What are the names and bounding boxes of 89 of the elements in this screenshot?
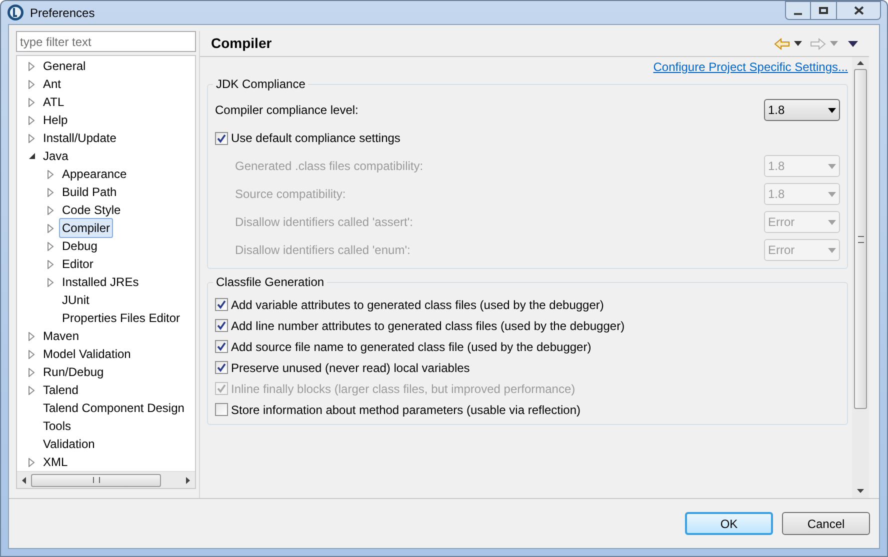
collapsed-triangle-icon[interactable] [28,134,34,142]
collapsed-triangle-icon[interactable] [46,260,54,268]
checkbox[interactable] [215,132,228,144]
tree-item[interactable]: Installed JREs [59,272,142,292]
expanded-triangle-icon[interactable] [28,152,34,160]
dropdown-caret-icon[interactable] [794,41,802,46]
collapsed-triangle-icon[interactable] [28,332,34,340]
collapsed-triangle-icon[interactable] [46,224,54,232]
filter-field[interactable]: type filter text [16,31,196,52]
dropdown[interactable]: 1.8 [764,99,840,121]
collapsed-triangle-icon[interactable] [46,188,54,196]
caret-icon [828,248,836,252]
tree-item[interactable]: Java [40,146,72,166]
caret-icon [828,192,836,196]
tree-item[interactable]: Compiler [59,218,114,238]
checkbox-label: Inline finally blocks (larger class files, but improved performance) [231,380,576,398]
group-title: JDK Compliance [213,77,308,91]
collapsed-triangle-icon[interactable] [28,80,34,88]
collapsed-triangle-icon[interactable] [28,98,34,106]
field-label: Generated .class files compatibility: [235,158,424,175]
tree-item[interactable]: General [40,56,89,76]
view-menu-icon[interactable] [848,40,858,46]
close-icon [854,6,864,15]
checkbox-label: Add variable attributes to generated class files (used by the debugger) [231,296,604,314]
checkbox[interactable] [215,403,228,416]
scroll-up-icon[interactable] [857,61,864,65]
tree-item[interactable]: Model Validation [40,344,134,364]
caret-icon [828,108,836,112]
collapsed-triangle-icon[interactable] [28,62,34,70]
checkbox-label: Add source file name to generated class file (used by the debugger) [231,338,592,356]
scrollbar-thumb[interactable] [854,69,867,409]
tree-item[interactable]: Appearance [59,164,130,184]
minimize-button[interactable] [785,1,811,20]
tree-item[interactable]: XML [40,452,71,471]
collapsed-triangle-icon[interactable] [46,170,54,178]
tree-item[interactable]: Debug [59,236,100,256]
tree-item[interactable]: JUnit [59,290,92,310]
checkbox-label: Store information about method parameters (usable via reflection) [231,402,581,418]
scroll-left-icon[interactable] [22,476,26,484]
project-settings-link[interactable]: Configure Project Specific Settings... [653,58,848,76]
collapsed-triangle-icon[interactable] [46,206,54,214]
checkbox[interactable] [215,340,228,353]
maximize-button[interactable] [811,1,837,20]
checkbox[interactable] [215,298,228,311]
tree-item[interactable]: Code Style [59,200,124,220]
dialog-button[interactable]: OK [685,512,773,535]
checkbox-label: Use default compliance settings [231,130,400,147]
collapsed-triangle-icon[interactable] [46,242,54,250]
group-title: Classfile Generation [213,275,328,289]
scroll-down-icon[interactable] [857,489,864,493]
tree-item[interactable]: Run/Debug [40,362,107,382]
caret-icon [828,164,836,168]
window-title: Preferences [30,4,95,22]
scroll-right-icon[interactable] [186,476,190,484]
app-logo-icon [7,4,24,21]
collapsed-triangle-icon[interactable] [28,386,34,394]
tree-item[interactable]: Ant [40,74,64,94]
tree-item[interactable]: Validation [40,434,98,454]
collapsed-triangle-icon[interactable] [28,350,34,358]
checkbox-label: Add line number attributes to generated class files (used by the debugger) [231,318,625,334]
collapsed-triangle-icon[interactable] [28,116,34,124]
field-label: Compiler compliance level: [215,102,358,119]
tree-item[interactable]: Maven [40,326,82,346]
tree-item[interactable]: Tools [40,416,74,436]
field-label: Source compatibility: [235,186,346,203]
tree-item[interactable]: Install/Update [40,128,120,148]
checkbox[interactable] [215,319,228,332]
tree-item[interactable]: Help [40,110,71,130]
collapsed-triangle-icon[interactable] [28,368,34,376]
tree-item[interactable]: Properties Files Editor [59,308,184,328]
collapsed-triangle-icon[interactable] [28,458,34,466]
field-label: Disallow identifiers called 'enum': [235,242,410,259]
field-label: Disallow identifiers called 'assert': [235,214,413,231]
tree-item[interactable]: Editor [59,254,96,274]
caret-icon [828,220,836,224]
tree-item[interactable]: Build Path [59,182,120,202]
checkbox-label: Preserve unused (never read) local variables [231,360,470,376]
dialog-button[interactable]: Cancel [782,512,870,535]
checkbox[interactable] [215,361,228,374]
tree-item[interactable]: Talend Component Design [40,398,188,418]
forward-arrow-icon[interactable] [810,38,826,50]
vertical-scrollbar[interactable] [852,57,869,498]
collapsed-triangle-icon[interactable] [46,278,54,286]
page-title: Compiler [211,34,272,53]
close-button[interactable] [837,1,881,20]
tree-item[interactable]: ATL [40,92,68,112]
tree-item[interactable]: Talend [40,380,82,400]
scrollbar-thumb[interactable] [31,474,161,486]
horizontal-scrollbar[interactable] [17,471,195,488]
